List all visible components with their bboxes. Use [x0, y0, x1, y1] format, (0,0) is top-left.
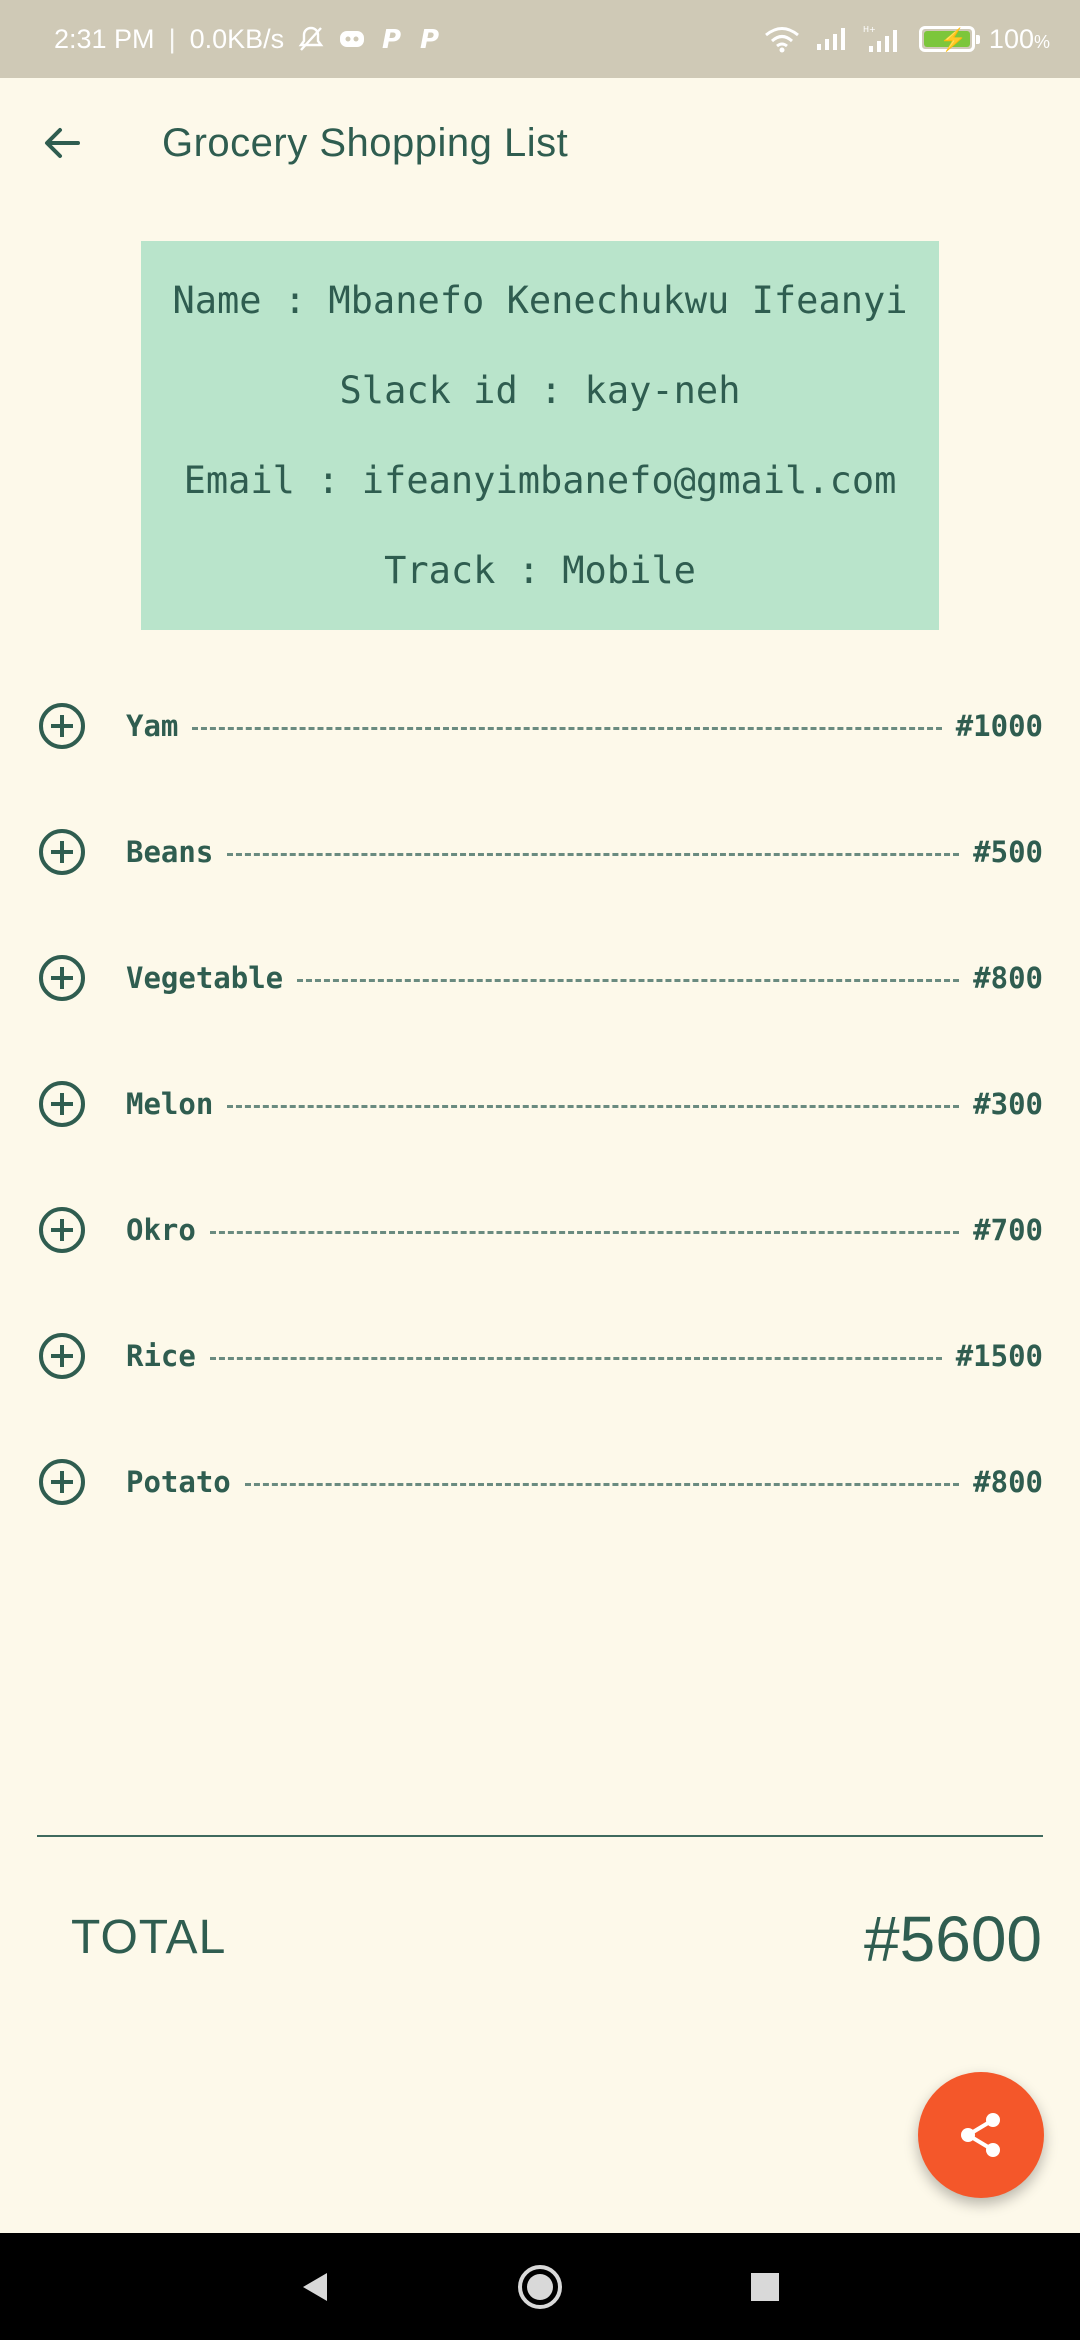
dashed-leader: [227, 852, 960, 856]
nav-back-button[interactable]: [280, 2233, 350, 2340]
battery-charging-icon: ⚡: [918, 26, 980, 52]
svg-text:H+: H+: [863, 25, 876, 34]
total-value: #5600: [864, 1903, 1042, 1975]
item-price: #500: [973, 835, 1043, 869]
dashed-leader: [244, 1482, 960, 1486]
signal-icon: H+: [863, 24, 905, 54]
item-name: Potato: [126, 1465, 231, 1499]
list-item: Rice #1500: [0, 1316, 1080, 1396]
share-button[interactable]: [918, 2072, 1044, 2198]
status-right: H+ ⚡ 100%: [763, 24, 1050, 55]
status-bar: 2:31 PM | 0.0KB/s P P H+ ⚡ 100%: [0, 0, 1080, 78]
dashed-leader: [209, 1230, 960, 1234]
item-price: #800: [973, 1465, 1043, 1499]
profile-slack-id: Slack id : kay-neh: [339, 368, 741, 412]
list-item: Okro #700: [0, 1190, 1080, 1270]
item-price: #700: [973, 1213, 1043, 1247]
total-label: TOTAL: [71, 1911, 227, 1964]
battery-level: 100%: [988, 23, 1050, 54]
dashed-leader: [209, 1356, 942, 1360]
item-name: Yam: [126, 709, 179, 743]
dashed-leader: [227, 1104, 960, 1108]
add-circle-icon[interactable]: [38, 702, 86, 750]
item-price: #300: [973, 1087, 1043, 1121]
home-circle-icon: [518, 2264, 562, 2309]
add-circle-icon[interactable]: [38, 954, 86, 1002]
dashed-leader: [192, 726, 942, 730]
back-button[interactable]: [22, 103, 102, 183]
list-item: Yam #1000: [0, 686, 1080, 766]
add-circle-icon[interactable]: [38, 828, 86, 876]
share-icon: [961, 2113, 1000, 2157]
add-circle-icon[interactable]: [38, 1332, 86, 1380]
list-item: Potato #800: [0, 1442, 1080, 1522]
arrow-back-icon: [45, 128, 80, 158]
item-name: Vegetable: [126, 961, 284, 995]
list-item: Beans #500: [0, 812, 1080, 892]
item-price: #1500: [955, 1339, 1043, 1373]
back-triangle-icon: [303, 2272, 327, 2301]
dashed-leader: [297, 978, 960, 982]
add-circle-icon[interactable]: [38, 1080, 86, 1128]
nav-home-button[interactable]: [505, 2233, 575, 2340]
p-icon: P: [380, 25, 404, 53]
app-bar: Grocery Shopping List: [0, 78, 1080, 208]
profile-card: Name : Mbanefo Kenechukwu Ifeanyi Slack …: [141, 241, 939, 630]
add-circle-icon[interactable]: [38, 1206, 86, 1254]
wifi-icon: [763, 25, 801, 53]
profile-email: Email : ifeanyimbanefo@gmail.com: [183, 459, 897, 503]
discord-icon: [338, 27, 366, 51]
muted-bell-icon: [298, 25, 324, 53]
status-separator: |: [168, 23, 176, 54]
list-item: Melon #300: [0, 1064, 1080, 1144]
status-time: 2:31 PM: [54, 23, 155, 54]
divider: [37, 1835, 1043, 1837]
list-item: Vegetable #800: [0, 938, 1080, 1018]
item-name: Rice: [126, 1339, 196, 1373]
item-name: Melon: [126, 1087, 214, 1121]
network-speed: 0.0KB/s: [189, 23, 285, 54]
item-name: Beans: [126, 835, 214, 869]
item-price: #1000: [955, 709, 1043, 743]
nav-recents-button[interactable]: [730, 2233, 800, 2340]
item-name: Okro: [126, 1213, 196, 1247]
profile-name: Name : Mbanefo Kenechukwu Ifeanyi: [172, 278, 908, 322]
p-icon: P: [418, 25, 442, 53]
svg-text:P: P: [382, 25, 401, 53]
status-left: 2:31 PM | 0.0KB/s P P: [54, 24, 442, 55]
recents-square-icon: [751, 2272, 779, 2301]
signal-icon: [815, 26, 849, 52]
profile-track: Track : Mobile: [384, 549, 696, 593]
page-title: Grocery Shopping List: [162, 120, 569, 165]
svg-text:P: P: [420, 25, 439, 53]
add-circle-icon[interactable]: [38, 1458, 86, 1506]
navigation-bar: [0, 2233, 1080, 2340]
item-price: #800: [973, 961, 1043, 995]
